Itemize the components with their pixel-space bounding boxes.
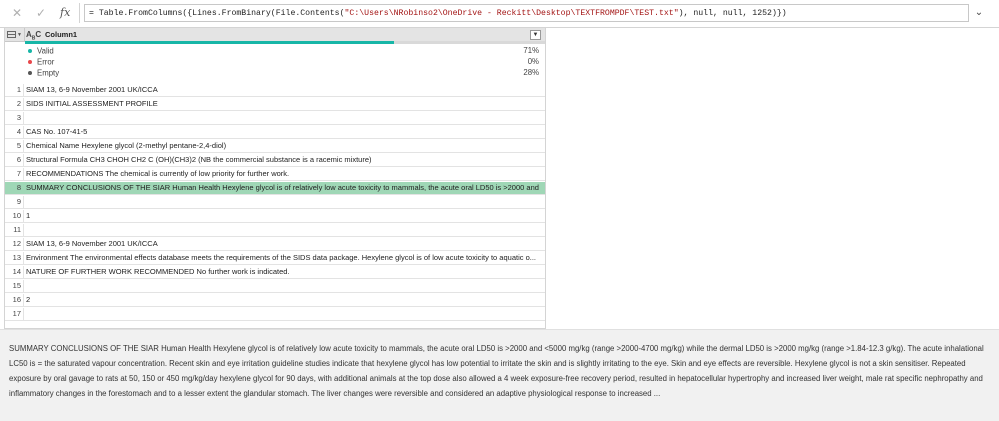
column-quality-bar — [25, 41, 545, 44]
table-icon — [7, 31, 17, 38]
quality-valid-value: 71% — [523, 46, 539, 55]
formula-separator — [79, 3, 80, 23]
formula-bar: ✕ ✓ fx = Table.FromColumns({Lines.FromBi… — [0, 0, 999, 28]
cell-text[interactable]: RECOMMENDATIONS The chemical is currentl… — [26, 168, 541, 180]
quality-empty-row: Empty 28% — [28, 67, 542, 78]
table-row[interactable]: 10 1 — [5, 210, 545, 223]
row-number: 2 — [5, 98, 24, 110]
formula-suffix: ), null, null, 1252)}) — [678, 9, 787, 18]
cancel-icon[interactable]: ✕ — [12, 6, 22, 20]
quality-error-value: 0% — [527, 57, 539, 66]
expand-formula-chevron-icon[interactable]: ⌄ — [972, 7, 986, 19]
formula-prefix: = Table.FromColumns({Lines.FromBinary(Fi… — [89, 9, 345, 18]
table-row[interactable]: 9 — [5, 196, 545, 209]
row-number: 17 — [5, 308, 24, 320]
quality-empty-value: 28% — [523, 68, 539, 77]
row-number: 5 — [5, 140, 24, 152]
table-row[interactable]: 7 RECOMMENDATIONS The chemical is current… — [5, 168, 545, 181]
table-row[interactable]: 6 Structural Formula CH3 CHOH CH2 C (OH)(… — [5, 154, 545, 167]
table-row[interactable]: 17 — [5, 308, 545, 321]
row-number: 7 — [5, 168, 24, 180]
column-header-row: ▼ ABC Column1 ▼ — [5, 28, 545, 42]
column-quality-panel: Valid 71% Error 0% Empty 28% — [25, 45, 545, 83]
cell-text[interactable]: Chemical Name Hexylene glycol (2-methyl … — [26, 140, 541, 152]
cell-text[interactable]: NATURE OF FURTHER WORK RECOMMENDED No fu… — [26, 266, 541, 278]
fx-icon[interactable]: fx — [60, 6, 70, 19]
row-number: 14 — [5, 266, 24, 278]
table-row[interactable]: 12 SIAM 13, 6-9 November 2001 UK/ICCA — [5, 238, 545, 251]
table-row-selected[interactable]: 8 SUMMARY CONCLUSIONS OF THE SIAR Human H… — [5, 182, 545, 195]
cell-text[interactable]: Structural Formula CH3 CHOH CH2 C (OH)(C… — [26, 154, 541, 166]
cell-text[interactable]: SIAM 13, 6-9 November 2001 UK/ICCA — [26, 84, 541, 96]
table-row[interactable]: 11 — [5, 224, 545, 237]
table-row[interactable]: 5 Chemical Name Hexylene glycol (2-methyl… — [5, 140, 545, 153]
table-row[interactable]: 1 SIAM 13, 6-9 November 2001 UK/ICCA — [5, 84, 545, 97]
table-row[interactable]: 15 — [5, 280, 545, 293]
row-number: 10 — [5, 210, 24, 222]
row-number: 1 — [5, 84, 24, 96]
quality-valid-row: Valid 71% — [28, 45, 542, 56]
data-grid: ▼ ABC Column1 ▼ Valid 71% Error 0% Empty… — [4, 27, 546, 329]
row-number: 3 — [5, 112, 24, 124]
quality-empty-label: Empty — [37, 68, 60, 78]
cell-preview-text[interactable]: SUMMARY CONCLUSIONS OF THE SIAR Human He… — [9, 341, 984, 401]
cell-text[interactable]: SIDS INITIAL ASSESSMENT PROFILE — [26, 98, 541, 110]
cell-text[interactable]: SIAM 13, 6-9 November 2001 UK/ICCA — [26, 238, 541, 250]
row-number: 6 — [5, 154, 24, 166]
row-number: 12 — [5, 238, 24, 250]
cell-text[interactable]: SUMMARY CONCLUSIONS OF THE SIAR Human He… — [26, 182, 541, 194]
row-number: 11 — [5, 224, 24, 236]
table-row[interactable]: 14 NATURE OF FURTHER WORK RECOMMENDED No … — [5, 266, 545, 279]
column-quality-bar-valid — [25, 41, 395, 44]
column-filter-dropdown-icon[interactable]: ▼ — [530, 30, 541, 40]
formula-path: "C:\Users\NRobinso2\OneDrive - Reckitt\D… — [344, 9, 679, 18]
cell-text[interactable]: Environment The environmental effects da… — [26, 252, 541, 264]
quality-valid-label: Valid — [37, 46, 54, 56]
empty-dot-icon — [28, 70, 32, 75]
column-header-title[interactable]: Column1 — [45, 28, 77, 41]
table-row[interactable]: 3 — [5, 112, 545, 125]
row-number: 15 — [5, 280, 24, 292]
table-row[interactable]: 2 SIDS INITIAL ASSESSMENT PROFILE — [5, 98, 545, 111]
cell-text[interactable]: 2 — [26, 294, 541, 306]
table-menu-button[interactable]: ▼ — [5, 28, 25, 41]
check-icon[interactable]: ✓ — [36, 6, 46, 20]
quality-error-row: Error 0% — [28, 56, 542, 67]
cell-text[interactable]: CAS No. 107-41-5 — [26, 126, 541, 138]
formula-input[interactable]: = Table.FromColumns({Lines.FromBinary(Fi… — [84, 4, 969, 22]
table-row[interactable]: 16 2 — [5, 294, 545, 307]
row-number: 4 — [5, 126, 24, 138]
row-number: 16 — [5, 294, 24, 306]
valid-dot-icon — [28, 48, 32, 53]
table-row[interactable]: 13 Environment The environmental effects … — [5, 252, 545, 265]
table-row[interactable]: 4 CAS No. 107-41-5 — [5, 126, 545, 139]
row-number: 8 — [5, 182, 24, 194]
cell-text[interactable]: 1 — [26, 210, 541, 222]
row-number: 13 — [5, 252, 24, 264]
caret-down-icon: ▼ — [17, 31, 22, 38]
quality-error-label: Error — [37, 57, 55, 67]
row-number: 9 — [5, 196, 24, 208]
error-dot-icon — [28, 59, 32, 64]
cell-value-preview-pane: SUMMARY CONCLUSIONS OF THE SIAR Human He… — [0, 329, 999, 421]
